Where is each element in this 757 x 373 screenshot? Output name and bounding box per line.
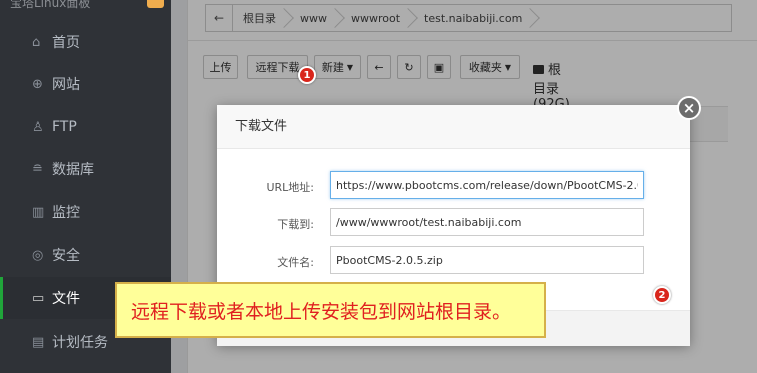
destination-label: 下载到: [277, 218, 314, 231]
url-label: URL地址: [266, 181, 314, 194]
sidebar-item-label: FTP [52, 119, 77, 135]
globe-icon: ⊕ [32, 76, 43, 92]
close-icon[interactable]: × [677, 96, 701, 120]
database-icon: ≘ [32, 161, 43, 177]
destination-input[interactable] [330, 208, 644, 236]
url-input[interactable] [330, 171, 644, 199]
sidebar-item-label: 网站 [52, 77, 80, 93]
sidebar-item-label: 文件 [52, 291, 80, 307]
sidebar-item-security[interactable]: ◎ 安全 [0, 234, 171, 276]
sidebar-item-home[interactable]: ⌂ 首页 [0, 21, 171, 63]
calendar-icon: ▤ [32, 334, 45, 350]
sidebar-item-label: 数据库 [52, 162, 94, 178]
notification-badge[interactable] [147, 0, 164, 8]
sidebar-item-monitor[interactable]: ▥ 监控 [0, 191, 171, 233]
dialog-title: 下载文件 [217, 105, 690, 149]
filename-label: 文件名: [277, 256, 314, 269]
sidebar-item-database[interactable]: ≘ 数据库 [0, 148, 171, 190]
instruction-callout: 远程下载或者本地上传安装包到网站根目录。 [115, 282, 546, 338]
sidebar-item-ftp[interactable]: ♙ FTP [0, 106, 171, 148]
step-marker-2: 2 [653, 286, 671, 304]
url-row: URL地址: [217, 171, 690, 201]
logo-bar: 宝塔Linux面板 [0, 0, 171, 18]
home-icon: ⌂ [32, 34, 41, 50]
filename-input[interactable] [330, 246, 644, 274]
shield-icon: ◎ [32, 247, 44, 263]
sidebar-item-label: 安全 [52, 248, 80, 264]
sidebar-item-label: 首页 [52, 35, 80, 51]
monitor-icon: ▥ [32, 204, 45, 220]
sidebar-item-label: 计划任务 [52, 335, 108, 351]
ftp-user-icon: ♙ [32, 119, 44, 135]
destination-row: 下载到: [217, 208, 690, 238]
filename-row: 文件名: [217, 246, 690, 276]
sidebar-item-label: 监控 [52, 205, 80, 221]
logo-text: 宝塔Linux面板 [10, 0, 91, 10]
step-marker-1: 1 [298, 66, 316, 84]
folder-icon: ▭ [32, 290, 45, 306]
sidebar-item-website[interactable]: ⊕ 网站 [0, 63, 171, 105]
